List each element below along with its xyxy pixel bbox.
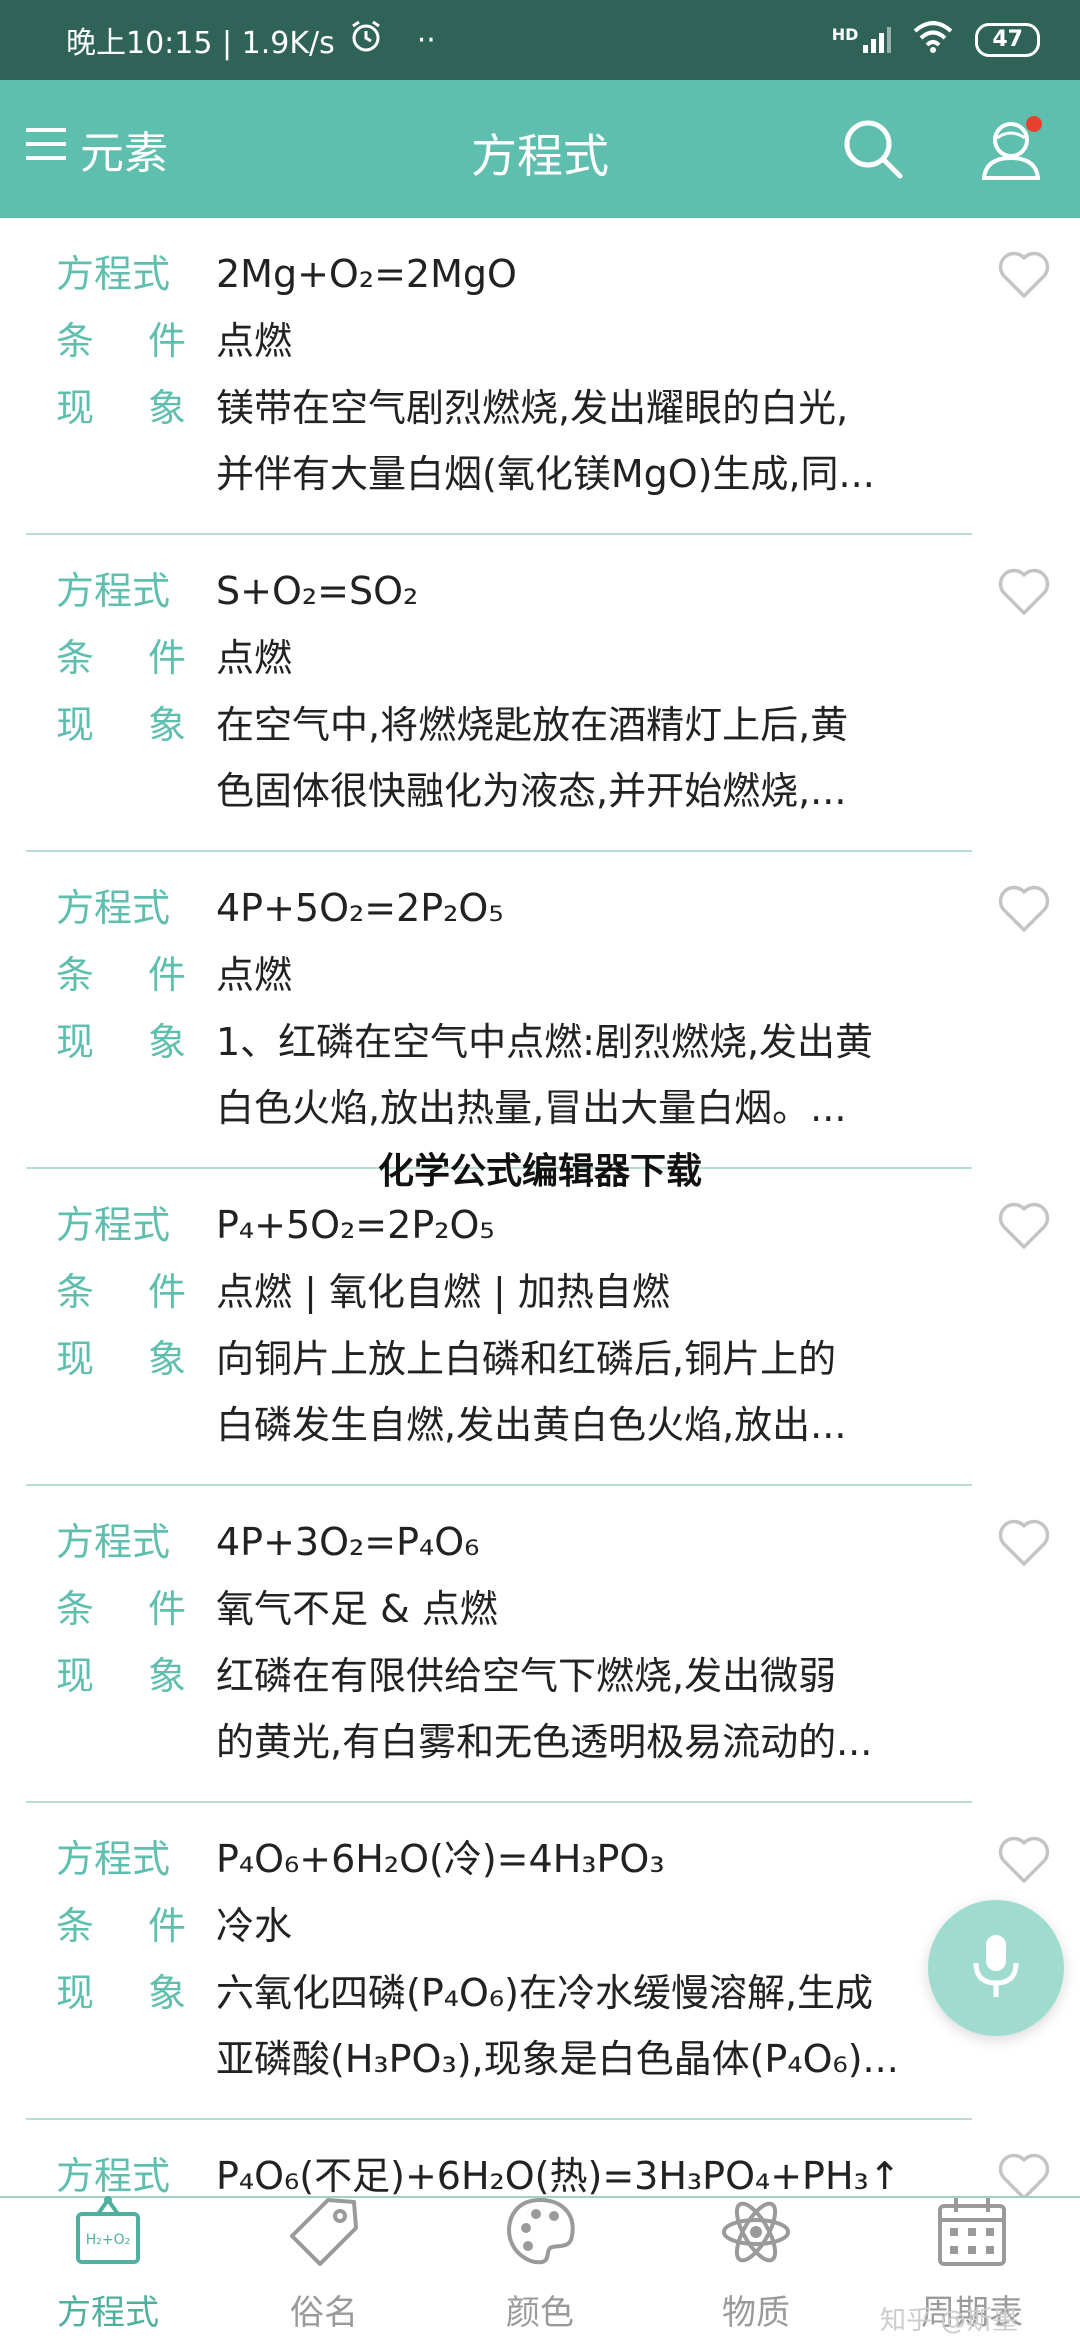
tab-label: 方程式 xyxy=(57,2293,159,2333)
phenomenon-text: 在空气中,将燃烧匙放在酒精灯上后,黄 xyxy=(216,703,849,747)
equation-label: 方程式 xyxy=(56,1203,171,1247)
svg-text:H₂+O₂: H₂+O₂ xyxy=(86,2232,131,2248)
equation-tab-icon: H₂+O₂ xyxy=(68,2192,148,2285)
condition-text: 氧气不足 & 点燃 xyxy=(216,1587,498,1631)
equation-label: 方程式 xyxy=(56,569,171,613)
condition-text: 点燃 xyxy=(216,953,293,997)
user-account-button[interactable] xyxy=(976,114,1046,184)
phenomenon-text: 1、红磷在空气中点燃:剧烈燃烧,发出黄 xyxy=(216,1020,874,1064)
phenomenon-text-cont: 并伴有大量白烟(氧化镁MgO)生成,同... xyxy=(216,452,875,496)
element-menu-button[interactable]: 元素 xyxy=(24,114,168,184)
tag-icon xyxy=(284,2192,364,2285)
phenomenon-text-cont: 的黄光,有白雾和无色透明极易流动的... xyxy=(216,1720,873,1764)
search-button[interactable] xyxy=(838,114,908,184)
tab-label: 俗名 xyxy=(290,2293,358,2333)
atom-icon xyxy=(716,2192,796,2285)
condition-text: 点燃 xyxy=(216,319,293,363)
equation-text: 4P+5O₂=2P₂O₅ xyxy=(216,886,504,930)
search-icon xyxy=(838,120,908,188)
list-item[interactable]: 方程式 4P+5O₂=2P₂O₅ 条件点燃 现象 1、红磷在空气中点燃:剧烈燃烧,发… xyxy=(0,852,1080,1169)
condition-text: 冷水 xyxy=(216,1904,293,1948)
equation-text: P₄O₆+6H₂O(冷)=4H₃PO₃ xyxy=(216,1837,665,1881)
phenomenon-text-cont: 白磷发生自燃,发出黄白色火焰,放出... xyxy=(216,1403,847,1447)
list-item[interactable]: 方程式 4P+3O₂=P₄O₆ 条件氧气不足 & 点燃 现象红磷在有限供给空气下燃… xyxy=(0,1486,1080,1803)
user-icon xyxy=(976,122,1046,188)
favorite-heart-icon[interactable] xyxy=(996,1831,1052,1887)
phenomenon-text-cont: 色固体很快融化为液态,并开始燃烧,... xyxy=(216,769,847,813)
battery-indicator: 47 xyxy=(975,23,1040,57)
phenomenon-text: 六氧化四磷(P₄O₆)在冷水缓慢溶解,生成 xyxy=(216,1971,874,2015)
palette-icon xyxy=(500,2192,580,2285)
equation-list: 方程式 2Mg+O₂=2MgO 条件点燃 现象镁带在空气剧烈燃烧,发出耀眼的白光,… xyxy=(0,218,1080,2198)
tab-common-name[interactable]: 俗名 xyxy=(216,2198,432,2340)
phenomenon-text: 向铜片上放上白磷和红磷后,铜片上的 xyxy=(216,1337,837,1381)
condition-text: 点燃 xyxy=(216,636,293,680)
tab-label: 颜色 xyxy=(506,2293,574,2333)
signal-icon: HD xyxy=(832,25,892,55)
phenomenon-text: 红磷在有限供给空气下燃烧,发出微弱 xyxy=(216,1654,837,1698)
equation-label: 方程式 xyxy=(56,886,171,930)
favorite-heart-icon[interactable] xyxy=(996,880,1052,936)
phenomenon-text: 镁带在空气剧烈燃烧,发出耀眼的白光, xyxy=(216,386,849,430)
status-dots: ·· xyxy=(416,22,436,58)
status-time-speed: 晚上10:15 | 1.9K/s xyxy=(66,26,335,61)
equation-text: 2Mg+O₂=2MgO xyxy=(216,252,517,296)
tab-label: 物质 xyxy=(722,2293,790,2333)
favorite-heart-icon[interactable] xyxy=(996,2148,1052,2198)
equation-label: 方程式 xyxy=(56,252,171,296)
calendar-grid-icon xyxy=(932,2192,1012,2285)
equation-text: P₄+5O₂=2P₂O₅ xyxy=(216,1203,495,1247)
equation-label: 方程式 xyxy=(56,1837,171,1881)
menu-icon xyxy=(24,124,68,175)
list-item[interactable]: 方程式 P₄O₆(不足)+6H₂O(热)=3H₃PO₄+PH₃↑ xyxy=(0,2120,1080,2198)
equation-text: 4P+3O₂=P₄O₆ xyxy=(216,1520,480,1564)
list-item[interactable]: 方程式 P₄O₆+6H₂O(冷)=4H₃PO₃ 条件冷水 现象六氧化四磷(P₄O₆… xyxy=(0,1803,1080,2120)
equation-text: S+O₂=SO₂ xyxy=(216,569,419,613)
menu-label: 元素 xyxy=(80,128,168,179)
condition-text: 点燃 | 氧化自燃 | 加热自燃 xyxy=(216,1270,670,1314)
favorite-heart-icon[interactable] xyxy=(996,1514,1052,1570)
tab-color[interactable]: 颜色 xyxy=(432,2197,648,2340)
tab-substance[interactable]: 物质 xyxy=(648,2198,864,2340)
tab-equation[interactable]: H₂+O₂ 方程式 xyxy=(0,2196,216,2340)
list-item[interactable]: 方程式 S+O₂=SO₂ 条件点燃 现象在空气中,将燃烧匙放在酒精灯上后,黄 色固… xyxy=(0,535,1080,852)
favorite-heart-icon[interactable] xyxy=(996,1197,1052,1253)
status-bar: 晚上10:15 | 1.9K/s ·· HD 47 xyxy=(0,0,1080,80)
equation-label: 方程式 xyxy=(56,1520,171,1564)
favorite-heart-icon[interactable] xyxy=(996,246,1052,302)
alarm-icon xyxy=(349,19,383,61)
microphone-icon xyxy=(966,1931,1026,2005)
list-item[interactable]: 方程式 2Mg+O₂=2MgO 条件点燃 现象镁带在空气剧烈燃烧,发出耀眼的白光,… xyxy=(0,218,1080,535)
voice-input-button[interactable] xyxy=(928,1900,1064,2036)
wifi-icon xyxy=(913,21,953,59)
notification-badge xyxy=(1026,116,1042,132)
favorite-heart-icon[interactable] xyxy=(996,563,1052,619)
list-item[interactable]: 方程式 P₄+5O₂=2P₂O₅ 条件点燃 | 氧化自燃 | 加热自燃 现象向铜片… xyxy=(0,1169,1080,1486)
corner-watermark: 知乎 @斯墨 xyxy=(880,2306,1019,2336)
app-bar: 元素 方程式 xyxy=(0,80,1080,218)
phenomenon-text-cont: 亚磷酸(H₃PO₃),现象是白色晶体(P₄O₆)... xyxy=(216,2037,899,2081)
phenomenon-text-cont: 白色火焰,放出热量,冒出大量白烟。... xyxy=(216,1086,847,1130)
watermark-caption: 化学公式编辑器下载 xyxy=(377,1151,702,1192)
